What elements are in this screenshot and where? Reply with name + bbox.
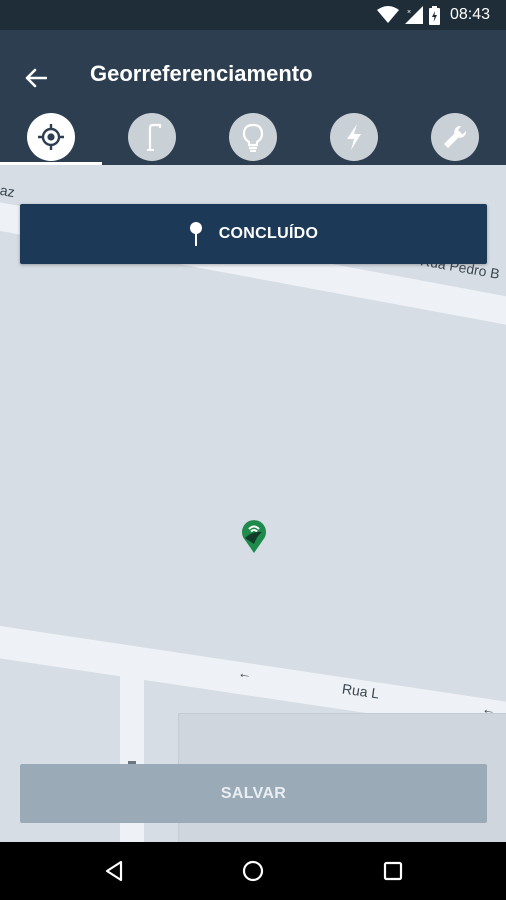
wrench-icon — [444, 125, 467, 148]
app-bar: Georreferenciamento — [0, 30, 506, 165]
square-recents-icon — [383, 861, 403, 881]
tab-bar — [0, 108, 506, 165]
street-label: az — [0, 181, 17, 201]
pin-icon — [189, 222, 202, 246]
tab-lampada[interactable] — [229, 113, 277, 161]
street-lamp-icon — [147, 123, 162, 151]
salvar-button[interactable]: SALVAR — [20, 764, 487, 823]
nav-back-button[interactable] — [99, 856, 129, 886]
map-view[interactable]: az Rua Pedro B Rua L ← ← — [0, 165, 506, 842]
concluido-button[interactable]: CONCLUÍDO — [20, 204, 487, 264]
circle-home-icon — [242, 860, 264, 882]
status-time: 08:43 — [449, 6, 490, 23]
wifi-icon — [376, 6, 399, 23]
location-pin-icon[interactable] — [240, 518, 268, 554]
navigation-bar — [0, 842, 506, 900]
tab-georeference[interactable] — [27, 113, 75, 161]
back-button[interactable] — [18, 60, 54, 96]
lightning-icon — [347, 124, 361, 150]
tab-poste[interactable] — [128, 113, 176, 161]
battery-icon — [428, 5, 440, 25]
salvar-label: SALVAR — [220, 784, 287, 802]
status-bar: × 08:43 — [0, 0, 506, 30]
page-title: Georreferenciamento — [90, 61, 313, 86]
lightbulb-icon — [242, 123, 264, 152]
one-way-arrow: ← — [236, 664, 254, 682]
status-icons: × 08:43 — [376, 4, 490, 26]
tab-eletrico[interactable] — [330, 113, 378, 161]
nav-home-button[interactable] — [238, 856, 268, 886]
svg-text:×: × — [407, 9, 411, 16]
concluido-label: CONCLUÍDO — [218, 225, 319, 242]
nav-recents-button[interactable] — [378, 856, 408, 886]
arrow-back-icon — [25, 68, 47, 88]
triangle-back-icon — [105, 860, 123, 882]
signal-icon: × — [404, 6, 423, 24]
tab-manutencao[interactable] — [431, 113, 479, 161]
gps-target-icon — [38, 124, 64, 150]
